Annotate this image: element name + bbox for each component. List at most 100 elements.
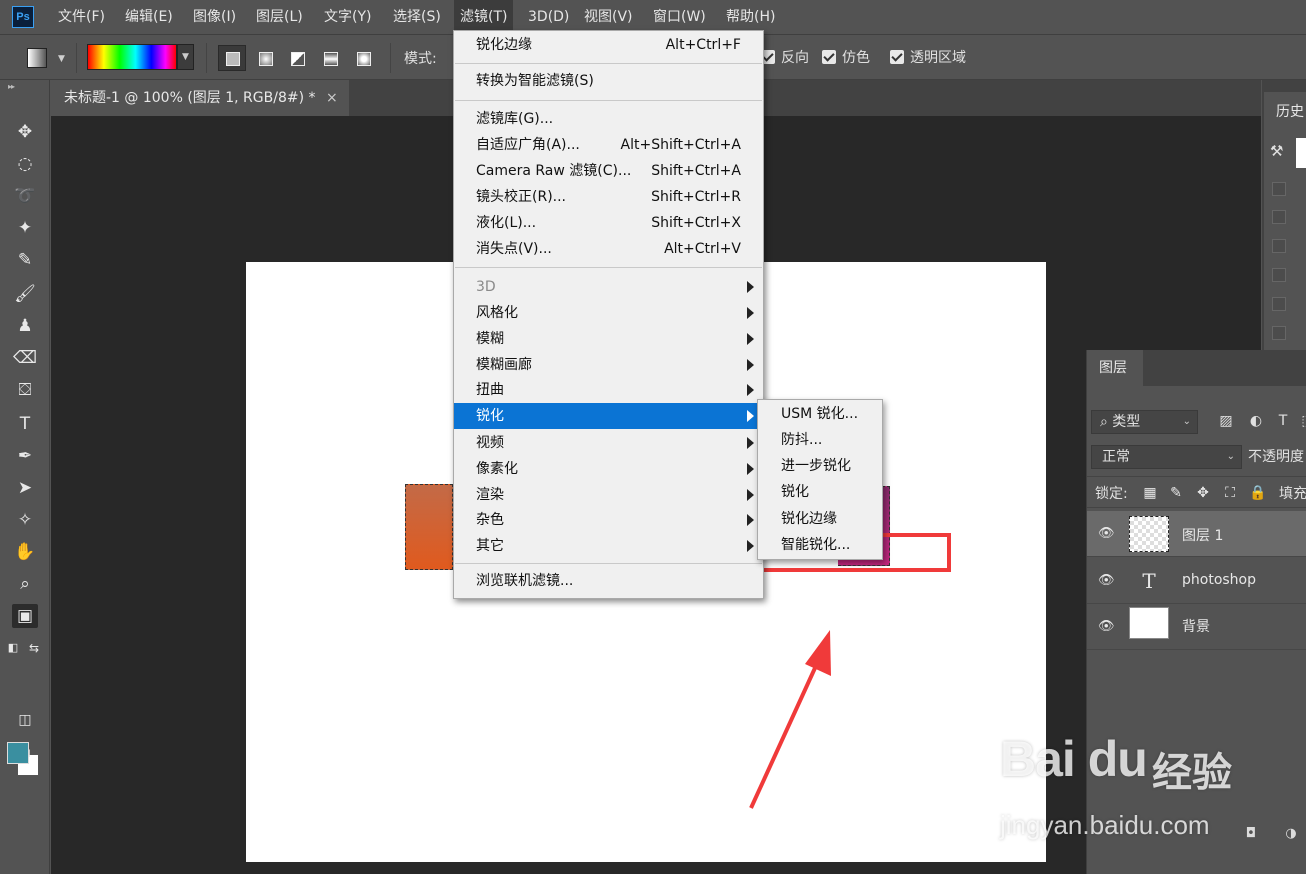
reflected-gradient-button[interactable] — [316, 45, 344, 71]
layer-row-layer1[interactable]: 👁 图层 1 — [1087, 511, 1306, 557]
linear-gradient-button[interactable] — [218, 45, 246, 71]
menu-item-label: 滤镜库(G)... — [476, 111, 554, 127]
history-state-checkbox[interactable] — [1272, 268, 1286, 282]
menu-item-blur[interactable]: 模糊 — [454, 326, 763, 352]
menu-item-blur-gallery[interactable]: 模糊画廊 — [454, 352, 763, 378]
layers-panel-tab[interactable]: 图层 — [1087, 350, 1143, 386]
history-state-checkbox[interactable] — [1272, 326, 1286, 340]
submenu-item-unsharp-mask[interactable]: USM 锐化... — [758, 401, 882, 427]
submenu-item-sharpen[interactable]: 锐化 — [758, 479, 882, 505]
menu-item-adaptive-wide-angle[interactable]: 自适应广角(A)... Alt+Shift+Ctrl+A — [454, 132, 763, 158]
history-brush-icon[interactable]: ⚒ — [1270, 142, 1283, 160]
eye-icon[interactable]: 👁 — [1098, 573, 1115, 589]
menu-item-render[interactable]: 渲染 — [454, 482, 763, 508]
paint-bucket-tool-icon[interactable]: ⛋ — [12, 378, 38, 402]
swap-colors-icon[interactable]: ⇆ — [26, 636, 42, 660]
menu-file[interactable]: 文件(F) — [52, 0, 111, 34]
filter-pixel-layer-icon[interactable]: ▨ — [1217, 412, 1235, 430]
menu-item-sharpen-edges-last[interactable]: 锐化边缘 Alt+Ctrl+F — [454, 32, 763, 58]
history-state-checkbox[interactable] — [1272, 297, 1286, 311]
menu-item-other[interactable]: 其它 — [454, 533, 763, 559]
eyedropper-tool-icon[interactable]: ✎ — [12, 248, 38, 272]
history-panel-tab[interactable]: 历史 — [1264, 92, 1306, 132]
hand-tool-icon[interactable]: ✋ — [12, 540, 38, 564]
custom-shape-tool-icon[interactable]: ✧ — [12, 508, 38, 532]
history-state-checkbox[interactable] — [1272, 182, 1286, 196]
menu-item-sharpen[interactable]: 锐化 — [454, 403, 763, 429]
lock-position-icon[interactable]: ✥ — [1194, 484, 1212, 502]
menu-filter[interactable]: 滤镜(T) — [454, 0, 514, 34]
layer-filter-kind-select[interactable]: ⌕ 类型 ⌄ — [1091, 410, 1198, 434]
transparency-checkbox[interactable]: 透明区域 — [890, 47, 966, 67]
menu-view[interactable]: 视图(V) — [578, 0, 639, 34]
history-snapshot-thumb[interactable] — [1296, 138, 1306, 168]
menu-help[interactable]: 帮助(H) — [720, 0, 781, 34]
menu-edit[interactable]: 编辑(E) — [119, 0, 179, 34]
gradient-tool-preset-icon[interactable] — [27, 48, 47, 68]
menu-3d[interactable]: 3D(D) — [522, 0, 575, 34]
zoom-tool-icon[interactable]: ⌕ — [12, 572, 38, 596]
angle-gradient-button[interactable] — [283, 45, 311, 71]
diamond-gradient-button[interactable] — [349, 45, 377, 71]
submenu-item-shake-reduction[interactable]: 防抖... — [758, 427, 882, 453]
layer-row-background[interactable]: 👁 背景 — [1087, 604, 1306, 650]
foreground-color-swatch[interactable] — [7, 742, 29, 764]
menu-item-convert-smart-filters[interactable]: 转换为智能滤镜(S) — [454, 68, 763, 94]
menu-item-browse-online-filters[interactable]: 浏览联机滤镜... — [454, 568, 763, 594]
menu-item-camera-raw[interactable]: Camera Raw 滤镜(C)... Shift+Ctrl+A — [454, 158, 763, 184]
lock-image-pixels-icon[interactable]: ✎ — [1167, 484, 1185, 502]
quick-mask-icon[interactable]: ◫ — [12, 708, 38, 732]
brush-tool-icon[interactable]: 🖌 — [12, 282, 38, 306]
path-selection-tool-icon[interactable]: ➤ — [12, 476, 38, 500]
menu-item-stylize[interactable]: 风格化 — [454, 300, 763, 326]
menu-item-noise[interactable]: 杂色 — [454, 507, 763, 533]
gradient-dropdown-chevron-icon[interactable]: ▼ — [177, 44, 194, 70]
type-tool-icon[interactable]: T — [12, 412, 38, 436]
eye-icon[interactable]: 👁 — [1098, 526, 1115, 542]
clone-stamp-tool-icon[interactable]: ♟ — [12, 314, 38, 338]
default-colors-icon[interactable]: ◧ — [4, 636, 22, 660]
menu-item-liquify[interactable]: 液化(L)... Shift+Ctrl+X — [454, 210, 763, 236]
eraser-tool-icon[interactable]: ⌫ — [12, 346, 38, 370]
close-icon[interactable]: × — [326, 80, 338, 116]
menu-layer[interactable]: 图层(L) — [250, 0, 309, 34]
lock-all-icon[interactable]: 🔒 — [1249, 484, 1267, 502]
lock-transparent-pixels-icon[interactable]: ▦ — [1141, 484, 1159, 502]
filter-type-layer-icon[interactable]: T — [1274, 412, 1292, 430]
menu-select[interactable]: 选择(S) — [387, 0, 447, 34]
gradient-tool-icon[interactable]: ▣ — [12, 604, 38, 628]
gradient-picker[interactable] — [87, 44, 177, 70]
elliptical-marquee-tool-icon[interactable]: ◌ — [12, 152, 38, 176]
menu-window[interactable]: 窗口(W) — [647, 0, 712, 34]
reverse-checkbox[interactable]: 反向 — [761, 47, 809, 67]
magic-wand-tool-icon[interactable]: ✦ — [12, 216, 38, 240]
eye-icon[interactable]: 👁 — [1098, 619, 1115, 635]
blend-mode-select[interactable]: 正常 ⌄ — [1091, 445, 1242, 469]
history-state-checkbox[interactable] — [1272, 210, 1286, 224]
submenu-item-sharpen-edges[interactable]: 锐化边缘 — [758, 506, 882, 532]
pen-tool-icon[interactable]: ✒ — [12, 444, 38, 468]
menu-item-filter-gallery[interactable]: 滤镜库(G)... — [454, 106, 763, 132]
submenu-item-sharpen-more[interactable]: 进一步锐化 — [758, 453, 882, 479]
lasso-tool-icon[interactable]: ➰ — [12, 184, 38, 208]
menu-item-distort[interactable]: 扭曲 — [454, 377, 763, 403]
menu-item-video[interactable]: 视频 — [454, 430, 763, 456]
submenu-arrow-icon — [747, 333, 754, 345]
panel-grip-icon[interactable]: ▸▸ — [8, 82, 15, 91]
submenu-item-smart-sharpen[interactable]: 智能锐化... — [758, 532, 882, 558]
radial-gradient-button[interactable] — [251, 45, 279, 71]
filter-shape-layer-icon[interactable]: ⬚ — [1299, 412, 1306, 430]
lock-artboard-icon[interactable]: ⛶ — [1221, 484, 1239, 502]
menu-type[interactable]: 文字(Y) — [318, 0, 377, 34]
document-tab[interactable]: 未标题-1 @ 100% (图层 1, RGB/8#) * × — [51, 80, 349, 116]
menu-item-pixelate[interactable]: 像素化 — [454, 456, 763, 482]
move-tool-icon[interactable]: ✥ — [12, 120, 38, 144]
menu-item-lens-correction[interactable]: 镜头校正(R)... Shift+Ctrl+R — [454, 184, 763, 210]
dither-checkbox[interactable]: 仿色 — [822, 47, 870, 67]
menu-image[interactable]: 图像(I) — [187, 0, 242, 34]
chevron-down-icon[interactable]: ▼ — [58, 54, 65, 64]
menu-item-vanishing-point[interactable]: 消失点(V)... Alt+Ctrl+V — [454, 236, 763, 262]
layer-row-photoshop-text[interactable]: 👁 T photoshop — [1087, 558, 1306, 604]
history-state-checkbox[interactable] — [1272, 239, 1286, 253]
filter-adjustment-layer-icon[interactable]: ◐ — [1247, 412, 1265, 430]
